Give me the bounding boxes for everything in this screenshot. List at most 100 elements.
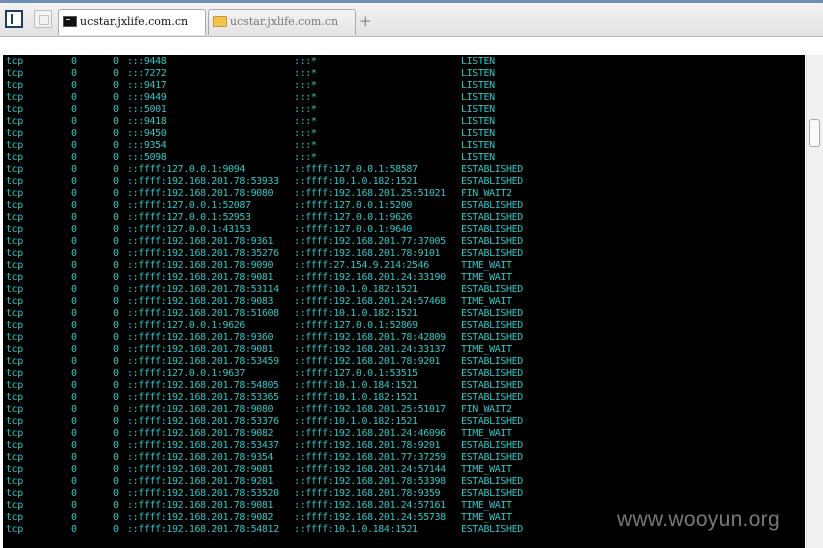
- netstat-proto: tcp: [6, 380, 23, 391]
- terminal-line: tcp 0 0::ffff:192.168.201.78:54805::ffff:1…: [3, 380, 805, 392]
- netstat-foreign: ::ffff:192.168.201.77:37259: [294, 452, 446, 463]
- netstat-recv: 0: [71, 344, 77, 355]
- terminal-line: tcp 0 0::ffff:192.168.201.78:9080::ffff:19…: [3, 404, 805, 416]
- tab-sftp[interactable]: ucstar.jxlife.com.cn: [208, 9, 356, 35]
- netstat-foreign: ::ffff:127.0.0.1:9640: [294, 224, 413, 235]
- netstat-send: 0: [113, 332, 119, 343]
- netstat-send: 0: [113, 152, 119, 163]
- tab-label: ucstar.jxlife.com.cn: [230, 15, 339, 28]
- netstat-foreign: ::ffff:192.168.201.24:46096: [294, 428, 446, 439]
- netstat-state: TIME_WAIT: [461, 260, 512, 271]
- netstat-state: TIME_WAIT: [461, 500, 512, 511]
- netstat-foreign: :::*: [294, 80, 317, 91]
- vertical-scrollbar[interactable]: [806, 55, 823, 548]
- terminal-line: tcp 0 0::ffff:192.168.201.78:9081::ffff:19…: [3, 272, 805, 284]
- netstat-send: 0: [113, 200, 119, 211]
- netstat-send: 0: [113, 308, 119, 319]
- netstat-state: ESTABLISHED: [461, 308, 523, 319]
- netstat-proto: tcp: [6, 368, 23, 379]
- netstat-send: 0: [113, 104, 119, 115]
- netstat-local: :::9418: [127, 116, 167, 127]
- netstat-send: 0: [113, 392, 119, 403]
- netstat-local: ::ffff:192.168.201.78:53114: [127, 284, 279, 295]
- netstat-send: 0: [113, 176, 119, 187]
- netstat-foreign: ::ffff:192.168.201.24:57161: [294, 500, 446, 511]
- netstat-proto: tcp: [6, 236, 23, 247]
- netstat-local: ::ffff:192.168.201.78:9361: [127, 236, 274, 247]
- netstat-local: ::ffff:192.168.201.78:53365: [127, 392, 279, 403]
- netstat-send: 0: [113, 248, 119, 259]
- terminal-line: tcp 0 0::ffff:127.0.0.1:9094::ffff:127.0.0…: [3, 164, 805, 176]
- netstat-local: ::ffff:192.168.201.78:53376: [127, 416, 279, 427]
- netstat-recv: 0: [71, 500, 77, 511]
- terminal-line: tcp 0 0::ffff:192.168.201.78:9082::ffff:19…: [3, 428, 805, 440]
- netstat-local: ::ffff:192.168.201.78:9201: [127, 476, 274, 487]
- netstat-state: LISTEN: [461, 104, 495, 115]
- terminal-line: tcp 0 0::ffff:192.168.201.78:53365::ffff:1…: [3, 392, 805, 404]
- netstat-state: TIME_WAIT: [461, 344, 512, 355]
- netstat-state: LISTEN: [461, 68, 495, 79]
- netstat-foreign: :::*: [294, 128, 317, 139]
- netstat-proto: tcp: [6, 392, 23, 403]
- new-tab-button[interactable]: +: [359, 11, 372, 31]
- netstat-local: ::ffff:192.168.201.78:9082: [127, 428, 274, 439]
- new-window-icon[interactable]: [34, 10, 52, 28]
- netstat-foreign: ::ffff:127.0.0.1:5200: [294, 200, 413, 211]
- netstat-recv: 0: [71, 380, 77, 391]
- panel-toggle-icon[interactable]: [5, 10, 23, 28]
- netstat-recv: 0: [71, 260, 77, 271]
- netstat-foreign: ::ffff:192.168.201.24:55738: [294, 512, 446, 523]
- netstat-send: 0: [113, 260, 119, 271]
- tab-bar: ucstar.jxlife.com.cn ucstar.jxlife.com.c…: [0, 0, 823, 37]
- netstat-state: ESTABLISHED: [461, 488, 523, 499]
- netstat-state: ESTABLISHED: [461, 248, 523, 259]
- netstat-send: 0: [113, 404, 119, 415]
- terminal-line: tcp 0 0::ffff:192.168.201.78:9201::ffff:19…: [3, 476, 805, 488]
- netstat-send: 0: [113, 128, 119, 139]
- netstat-state: ESTABLISHED: [461, 356, 523, 367]
- terminal-output[interactable]: tcp 0 0:::9448:::* LISTEN tcp 0 0:::7272:::* LI…: [3, 55, 805, 548]
- netstat-state: LISTEN: [461, 56, 495, 67]
- netstat-foreign: ::ffff:192.168.201.24:33137: [294, 344, 446, 355]
- netstat-state: TIME_WAIT: [461, 464, 512, 475]
- tab-terminal-active[interactable]: ucstar.jxlife.com.cn: [58, 9, 206, 35]
- netstat-recv: 0: [71, 272, 77, 283]
- netstat-state: ESTABLISHED: [461, 440, 523, 451]
- netstat-local: ::ffff:192.168.201.78:9081: [127, 272, 274, 283]
- terminal-line: tcp 0 0::ffff:192.168.201.78:9083::ffff:19…: [3, 296, 805, 308]
- netstat-proto: tcp: [6, 104, 23, 115]
- netstat-recv: 0: [71, 296, 77, 307]
- netstat-recv: 0: [71, 416, 77, 427]
- netstat-local: :::9450: [127, 128, 167, 139]
- terminal-line: tcp 0 0::ffff:192.168.201.78:9080::ffff:19…: [3, 188, 805, 200]
- terminal-line: tcp 0 0::ffff:192.168.201.78:9354::ffff:19…: [3, 452, 805, 464]
- netstat-local: ::ffff:192.168.201.78:9081: [127, 344, 274, 355]
- netstat-foreign: ::ffff:192.168.201.24:57144: [294, 464, 446, 475]
- terminal-line: tcp 0 0::ffff:192.168.201.78:9090::ffff:27…: [3, 260, 805, 272]
- netstat-send: 0: [113, 224, 119, 235]
- netstat-proto: tcp: [6, 248, 23, 259]
- netstat-local: ::ffff:192.168.201.78:9080: [127, 188, 274, 199]
- netstat-proto: tcp: [6, 224, 23, 235]
- tab-label: ucstar.jxlife.com.cn: [80, 15, 189, 28]
- netstat-state: LISTEN: [461, 140, 495, 151]
- terminal-line: tcp 0 0::ffff:127.0.0.1:9626::ffff:127.0.0…: [3, 320, 805, 332]
- netstat-local: ::ffff:192.168.201.78:9081: [127, 500, 274, 511]
- scrollbar-thumb[interactable]: [809, 119, 820, 147]
- netstat-foreign: ::ffff:10.1.0.182:1521: [294, 416, 418, 427]
- netstat-send: 0: [113, 284, 119, 295]
- netstat-recv: 0: [71, 440, 77, 451]
- terminal-line: tcp 0 0::ffff:192.168.201.78:53933::ffff:1…: [3, 176, 805, 188]
- netstat-state: ESTABLISHED: [461, 416, 523, 427]
- netstat-recv: 0: [71, 488, 77, 499]
- netstat-state: TIME_WAIT: [461, 296, 512, 307]
- netstat-proto: tcp: [6, 452, 23, 463]
- terminal-line: tcp 0 0::ffff:192.168.201.78:9081::ffff:19…: [3, 344, 805, 356]
- netstat-state: ESTABLISHED: [461, 176, 523, 187]
- netstat-send: 0: [113, 476, 119, 487]
- netstat-foreign: ::ffff:192.168.201.24:33190: [294, 272, 446, 283]
- netstat-proto: tcp: [6, 56, 23, 67]
- netstat-proto: tcp: [6, 512, 23, 523]
- netstat-local: :::7272: [127, 68, 167, 79]
- netstat-local: ::ffff:192.168.201.78:9083: [127, 296, 274, 307]
